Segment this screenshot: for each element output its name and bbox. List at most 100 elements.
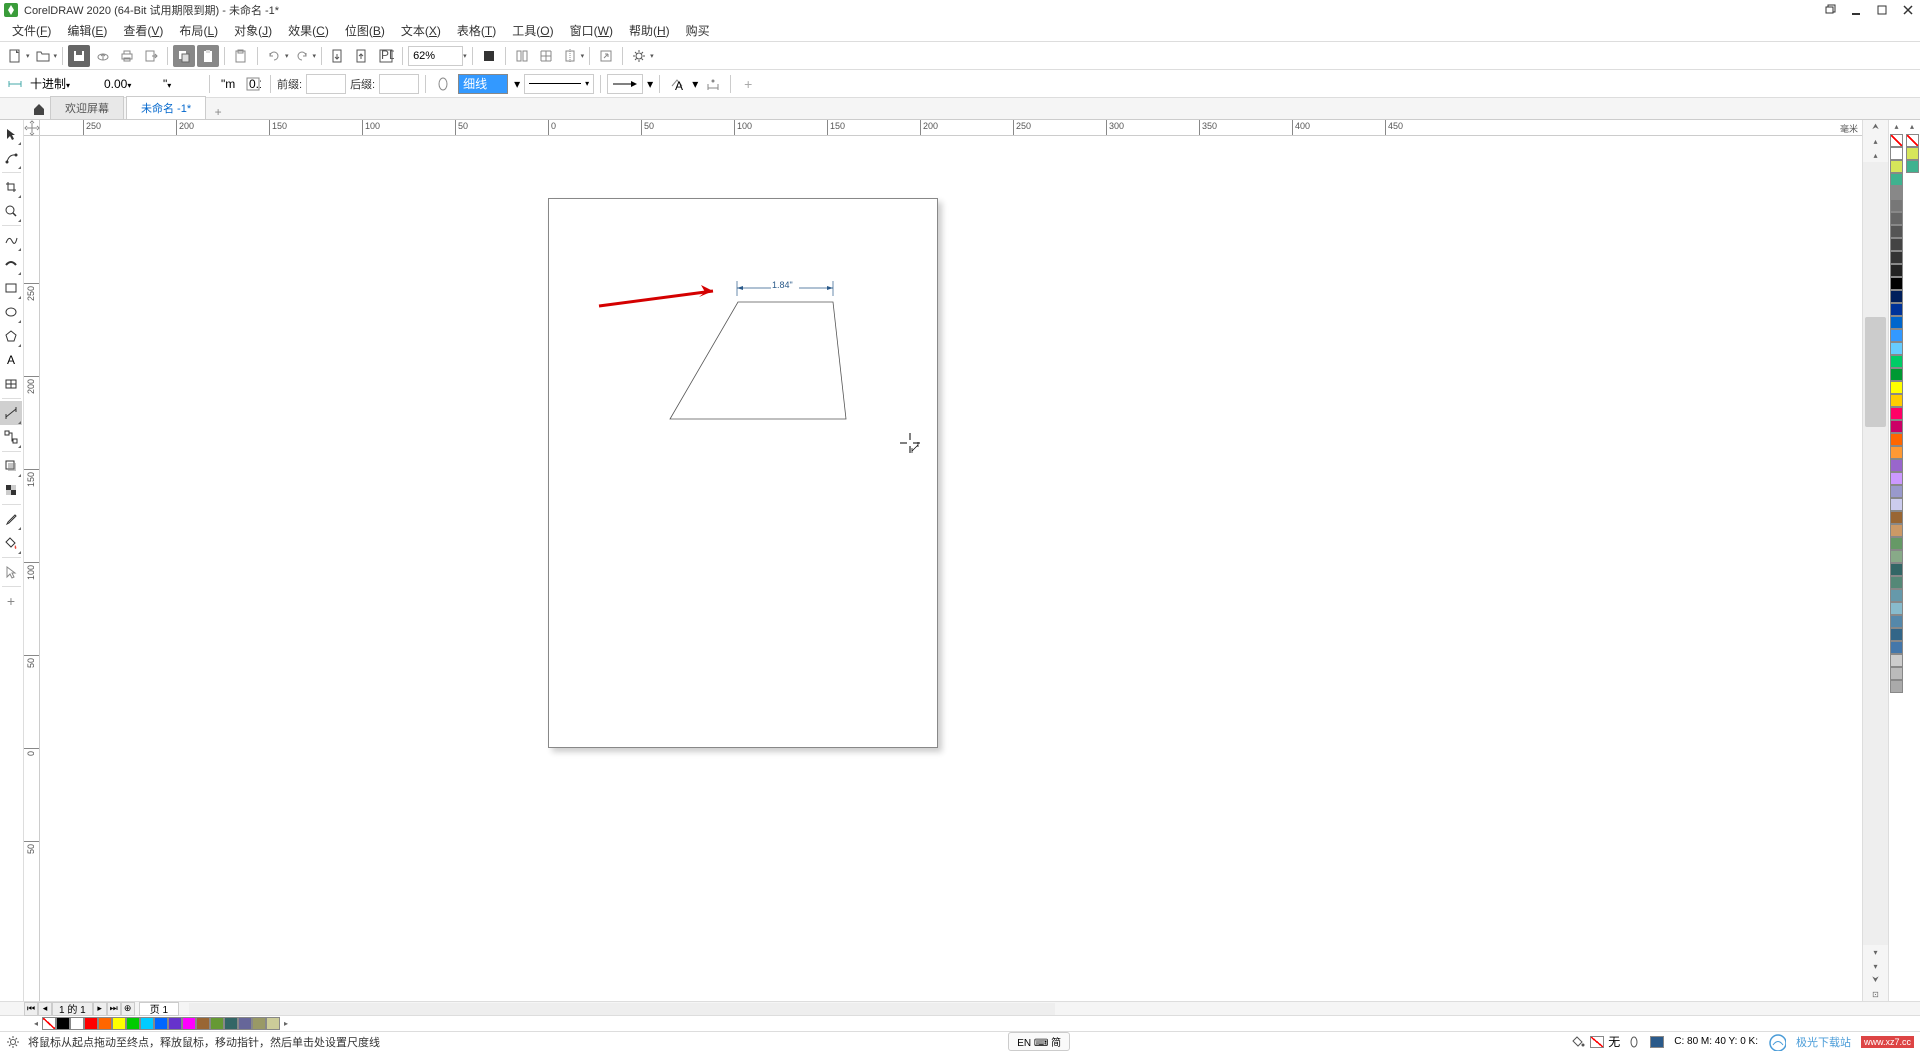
maximize-icon[interactable] [1874, 2, 1890, 18]
outline-tool[interactable] [0, 560, 22, 584]
color-swatch[interactable] [1890, 446, 1903, 459]
palette-right-icon[interactable]: ▸ [280, 1019, 292, 1028]
page-next-icon[interactable]: ▸ [93, 1002, 107, 1016]
close-icon[interactable] [1900, 2, 1916, 18]
polygon-tool[interactable] [0, 324, 22, 348]
color-swatch[interactable] [1890, 576, 1903, 589]
color-swatch[interactable] [1890, 563, 1903, 576]
rectangle-tool[interactable] [0, 276, 22, 300]
zoom-tool[interactable] [0, 199, 22, 223]
save-button[interactable] [68, 45, 90, 67]
color-swatch[interactable] [1890, 667, 1903, 680]
gear-icon[interactable] [6, 1035, 20, 1049]
ellipse-tool[interactable] [0, 300, 22, 324]
fullscreen-button[interactable] [478, 45, 500, 67]
import-button[interactable] [327, 45, 349, 67]
color-swatch[interactable] [1890, 303, 1903, 316]
color-swatch[interactable] [140, 1017, 154, 1030]
color-swatch[interactable] [1906, 160, 1919, 173]
undo-button[interactable] [263, 45, 285, 67]
tab-add-button[interactable]: + [208, 105, 228, 119]
home-tab-icon[interactable] [28, 99, 50, 119]
ruler-vertical[interactable]: 25020015010050050 [24, 136, 40, 1001]
dimension-type-button[interactable] [4, 73, 26, 95]
snap-button[interactable] [511, 45, 533, 67]
scroll-thumb[interactable] [1865, 317, 1886, 427]
pick-tool[interactable] [0, 122, 22, 146]
scroll-track[interactable] [1863, 162, 1888, 945]
eyedropper-tool[interactable] [0, 507, 22, 531]
menu-file[interactable]: 文件(F) [4, 20, 59, 41]
page-last-icon[interactable]: ⏭ [107, 1002, 121, 1016]
chevron-down-icon[interactable]: ▾ [26, 52, 30, 60]
color-swatch[interactable] [1890, 173, 1903, 186]
menu-tools[interactable]: 工具(O) [504, 20, 561, 41]
scroll-bottom-icon[interactable]: ⮟ [1863, 973, 1888, 987]
color-swatch[interactable] [1890, 238, 1903, 251]
zoom-level-input[interactable] [408, 46, 463, 66]
minimize-icon[interactable] [1848, 2, 1864, 18]
menu-table[interactable]: 表格(T) [449, 20, 504, 41]
color-swatch[interactable] [1890, 641, 1903, 654]
color-swatch[interactable] [1890, 615, 1903, 628]
crop-tool[interactable] [0, 175, 22, 199]
text-tool[interactable]: A [0, 348, 22, 372]
add-tool-button[interactable]: + [0, 589, 22, 613]
chevron-down-icon[interactable]: ▾ [650, 52, 654, 60]
color-swatch[interactable] [1890, 485, 1903, 498]
no-color-swatch[interactable] [1906, 134, 1919, 147]
dimension-tool[interactable] [0, 401, 22, 425]
leading-zero-button[interactable]: 0.1 [242, 73, 264, 95]
color-swatch[interactable] [1890, 602, 1903, 615]
clipboard-button[interactable] [230, 45, 252, 67]
menu-layout[interactable]: 布局(L) [171, 20, 226, 41]
dimension-style-select[interactable]: 十进制▾ [30, 75, 100, 92]
scroll-up2-icon[interactable]: ▴ [1863, 148, 1888, 162]
ime-indicator[interactable]: EN ⌨ 简 [1008, 1032, 1070, 1051]
menu-view[interactable]: 查看(V) [115, 20, 171, 41]
menu-text[interactable]: 文本(X) [393, 20, 449, 41]
color-swatch[interactable] [1890, 199, 1903, 212]
chevron-down-icon[interactable]: ▾ [313, 52, 317, 60]
open-button[interactable] [32, 45, 54, 67]
color-swatch[interactable] [252, 1017, 266, 1030]
precision-select[interactable]: 0.00▾ [104, 77, 159, 91]
text-position-button[interactable]: A [666, 73, 688, 95]
copy-button[interactable] [173, 45, 195, 67]
no-color-swatch[interactable] [42, 1017, 56, 1030]
color-swatch[interactable] [56, 1017, 70, 1030]
color-swatch[interactable] [1890, 407, 1903, 420]
hscroll-track[interactable] [189, 1003, 1054, 1015]
color-swatch[interactable] [238, 1017, 252, 1030]
publish-pdf-button[interactable]: PDF [375, 45, 397, 67]
chevron-down-icon[interactable]: ▾ [285, 52, 289, 60]
color-swatch[interactable] [1890, 277, 1903, 290]
shape-tool[interactable] [0, 146, 22, 170]
redo-button[interactable] [291, 45, 313, 67]
color-swatch[interactable] [1890, 394, 1903, 407]
color-swatch[interactable] [210, 1017, 224, 1030]
color-swatch[interactable] [1890, 329, 1903, 342]
color-swatch[interactable] [1890, 264, 1903, 277]
show-units-button[interactable]: "m [216, 73, 238, 95]
chevron-down-icon[interactable]: ▾ [463, 52, 467, 60]
color-swatch[interactable] [1890, 147, 1903, 160]
page-first-icon[interactable]: ⏮ [24, 1002, 38, 1016]
color-swatch[interactable] [1890, 251, 1903, 264]
color-swatch[interactable] [1890, 459, 1903, 472]
navigator-icon[interactable]: ⊡ [1863, 987, 1888, 1001]
scroll-down-icon[interactable]: ▾ [1863, 945, 1888, 959]
menu-bitmap[interactable]: 位图(B) [337, 20, 393, 41]
page-tab[interactable]: 页 1 [139, 1002, 179, 1016]
color-swatch[interactable] [1890, 420, 1903, 433]
color-swatch[interactable] [1890, 290, 1903, 303]
fill-status[interactable]: 无 [1572, 1033, 1620, 1050]
dynamic-dimension-button[interactable] [432, 73, 454, 95]
color-swatch[interactable] [1890, 524, 1903, 537]
export-button[interactable] [140, 45, 162, 67]
restore-down-icon[interactable] [1822, 2, 1838, 18]
connector-tool[interactable] [0, 425, 22, 449]
options-button[interactable] [628, 45, 650, 67]
no-color-swatch[interactable] [1890, 134, 1903, 147]
scroll-up-icon[interactable]: ▴ [1863, 134, 1888, 148]
